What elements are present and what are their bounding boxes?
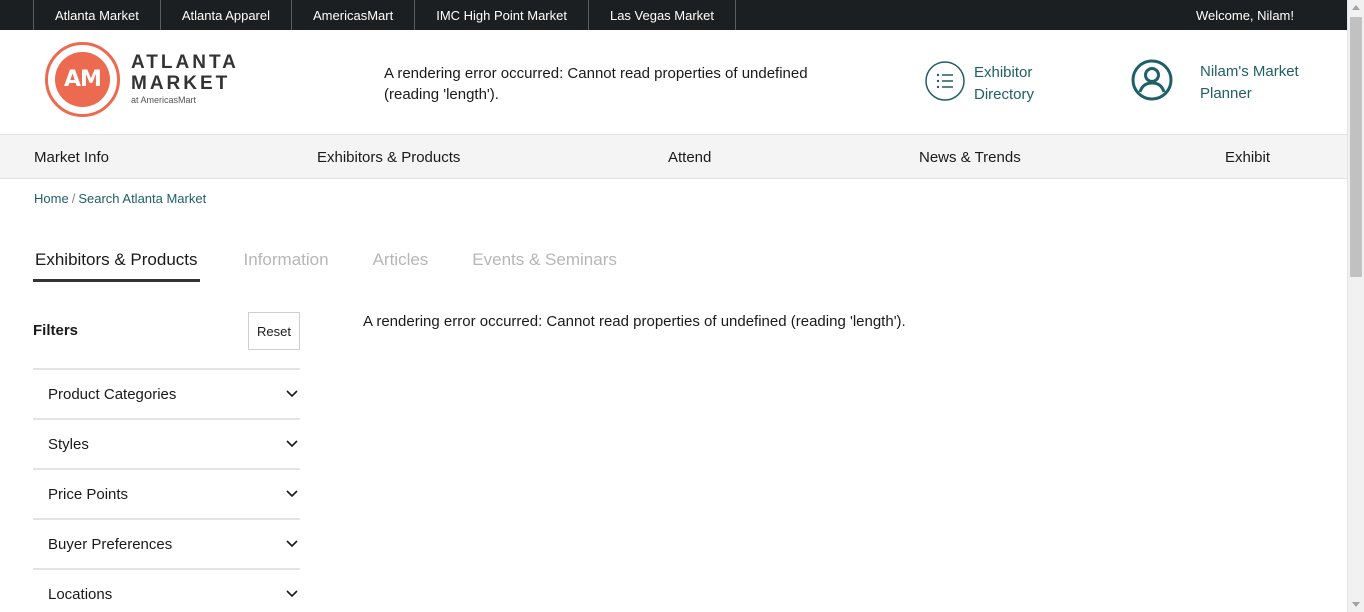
filter-price-points[interactable]: Price Points: [33, 470, 300, 520]
logo-line-2: MARKET: [131, 73, 231, 94]
filter-buyer-preferences[interactable]: Buyer Preferences: [33, 520, 300, 570]
tab-events-seminars[interactable]: Events & Seminars: [472, 250, 617, 282]
scrollbar-thumb[interactable]: [1350, 17, 1362, 277]
reset-filters-button[interactable]: Reset: [248, 312, 300, 350]
chevron-down-icon: [286, 440, 298, 448]
logo-ring: AM: [45, 42, 120, 117]
atlanta-market-logo[interactable]: AM ATLANTA MARKET at AmericasMart: [45, 42, 245, 118]
topbar-link-americasmart[interactable]: AmericasMart: [292, 0, 416, 30]
filter-label: Buyer Preferences: [48, 535, 173, 553]
nav-exhibitors-products[interactable]: Exhibitors & Products: [317, 135, 460, 179]
chevron-down-icon: [286, 590, 298, 598]
nav-exhibit[interactable]: Exhibit: [1225, 135, 1270, 179]
logo-line-1: ATLANTA: [131, 52, 239, 73]
filters-title: Filters: [33, 322, 79, 339]
market-planner-line2: Planner: [1200, 85, 1252, 102]
exhibitor-directory-link[interactable]: Exhibitor Directory: [924, 60, 1034, 106]
filter-label: Product Categories: [48, 385, 177, 403]
filter-locations[interactable]: Locations: [33, 570, 300, 612]
filter-label: Price Points: [48, 485, 129, 503]
topbar-link-atlanta-market[interactable]: Atlanta Market: [34, 0, 161, 30]
logo-monogram: AM: [55, 52, 110, 107]
topbar-link-atlanta-apparel[interactable]: Atlanta Apparel: [161, 0, 293, 30]
exhibitor-directory-line1: Exhibitor: [974, 64, 1033, 81]
topbar-link-las-vegas-market[interactable]: Las Vegas Market: [589, 0, 737, 30]
results-error-message: A rendering error occurred: Cannot read …: [363, 313, 906, 330]
exhibitor-directory-label: Exhibitor Directory: [974, 62, 1034, 106]
breadcrumb-home[interactable]: Home: [34, 191, 69, 206]
site-header: AM ATLANTA MARKET at AmericasMart A rend…: [0, 30, 1347, 135]
filter-label: Styles: [48, 435, 89, 453]
filter-product-categories[interactable]: Product Categories: [33, 370, 300, 420]
market-planner-line1: Nilam's Market: [1200, 63, 1299, 80]
tab-exhibitors-products[interactable]: Exhibitors & Products: [33, 250, 200, 282]
breadcrumb-separator: /: [71, 191, 76, 206]
breadcrumb: Home / Search Atlanta Market: [34, 191, 206, 206]
chevron-down-icon: [286, 390, 298, 398]
top-utility-bar: Atlanta Market Atlanta Apparel AmericasM…: [0, 0, 1347, 30]
user-icon: [1130, 58, 1173, 101]
logo-subtitle: at AmericasMart: [131, 95, 197, 105]
scroll-down-arrow-icon[interactable]: [1352, 602, 1360, 607]
scroll-up-arrow-icon[interactable]: [1352, 5, 1360, 10]
topbar-link-imc-high-point[interactable]: IMC High Point Market: [415, 0, 589, 30]
filter-label: Locations: [48, 585, 113, 603]
main-navigation: Market Info Exhibitors & Products Attend…: [0, 135, 1347, 179]
filter-list: Product Categories Styles Price Points B…: [33, 368, 300, 612]
chevron-down-icon: [286, 490, 298, 498]
market-planner-label: Nilam's Market Planner: [1200, 61, 1299, 105]
breadcrumb-current[interactable]: Search Atlanta Market: [78, 191, 206, 206]
header-error-message: A rendering error occurred: Cannot read …: [384, 65, 808, 103]
list-icon: [924, 60, 966, 102]
filters-header: Filters Reset: [33, 312, 300, 350]
welcome-message[interactable]: Welcome, Nilam!: [1196, 0, 1294, 30]
tab-articles[interactable]: Articles: [373, 250, 429, 282]
filter-styles[interactable]: Styles: [33, 420, 300, 470]
market-planner-link[interactable]: Nilam's Market Planner: [1130, 58, 1299, 105]
nav-attend[interactable]: Attend: [668, 135, 711, 179]
nav-news-trends[interactable]: News & Trends: [919, 135, 1021, 179]
chevron-down-icon: [286, 540, 298, 548]
tab-information[interactable]: Information: [244, 250, 329, 282]
search-tabs: Exhibitors & Products Information Articl…: [33, 250, 661, 282]
exhibitor-directory-line2: Directory: [974, 86, 1035, 103]
sister-sites-nav: Atlanta Market Atlanta Apparel AmericasM…: [33, 0, 737, 30]
nav-market-info[interactable]: Market Info: [34, 135, 109, 179]
page-scrollbar[interactable]: [1347, 0, 1364, 612]
